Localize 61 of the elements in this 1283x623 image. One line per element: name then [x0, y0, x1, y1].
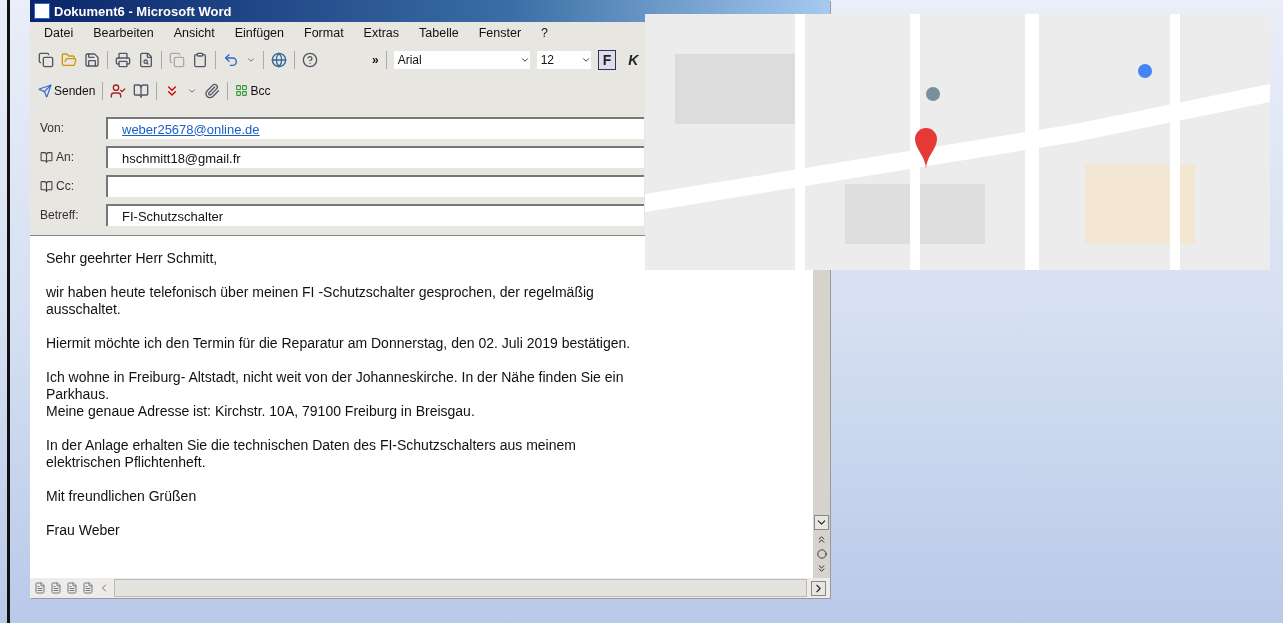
save-icon[interactable] [84, 51, 100, 68]
field-label: Cc: [56, 179, 74, 193]
horizontal-scrollbar[interactable] [114, 579, 807, 597]
text-line: Ich wohne in Freiburg- Altstadt, nicht weit von der Johanneskirche. In der Nähe finden Sie ein [46, 369, 625, 386]
menu-item[interactable]: ? [541, 26, 548, 40]
scroll-down-button[interactable] [814, 515, 829, 530]
print-icon[interactable] [115, 51, 131, 68]
field-label: An: [56, 150, 74, 164]
text-line: Frau Weber [46, 522, 121, 539]
menu-item[interactable]: Format [304, 26, 344, 40]
field-label: Betreff: [40, 208, 79, 222]
send-button[interactable]: Senden [38, 83, 96, 98]
vertical-scrollbar[interactable] [813, 270, 830, 578]
grid-icon [235, 84, 249, 97]
input-field[interactable]: weber25678@online.de [106, 117, 644, 139]
help-icon[interactable] [302, 51, 318, 68]
menu-item[interactable]: Einfügen [234, 26, 284, 40]
text-line: Parkhaus. [46, 386, 111, 403]
attachment-icon[interactable] [204, 82, 221, 99]
globe-icon[interactable] [271, 51, 287, 68]
input-field[interactable]: FI-Schutzschalter [106, 204, 644, 226]
address-book-icon [40, 150, 53, 164]
browse-object-icon[interactable] [816, 549, 827, 559]
print-preview-icon[interactable] [138, 51, 154, 68]
bcc-button[interactable]: Bcc [235, 83, 271, 98]
text-line: Hiermit möchte ich den Termin für die Reparatur am Donnerstag, den 02. Juli 2019 bestätigen. [46, 335, 632, 352]
outline-view-icon[interactable] [82, 582, 94, 594]
text-line: Mit freundlichen Grüßen [46, 488, 198, 505]
more-buttons[interactable]: » [372, 52, 379, 67]
next-page-icon[interactable] [816, 563, 827, 574]
menu-item[interactable]: Ansicht [173, 26, 215, 40]
menu-item[interactable]: Tabelle [419, 26, 459, 40]
window-title: Dokument6 - Microsoft Word [54, 3, 232, 19]
text-line: elektrischen Pflichtenheft. [46, 454, 207, 471]
bold-button[interactable]: F [597, 49, 617, 70]
menu-item[interactable]: Datei [44, 26, 74, 40]
menu-item[interactable]: Fenster [478, 26, 522, 40]
menu-item[interactable]: Bearbeiten [93, 26, 154, 40]
text-line: ausschaltet. [46, 301, 122, 318]
text-line: Sehr geehrter Herr Schmitt, [46, 250, 219, 267]
paste-icon[interactable] [192, 51, 208, 68]
font-dropdown[interactable]: Arial [393, 50, 530, 69]
scroll-right-button[interactable] [811, 580, 826, 596]
previous-page-icon[interactable] [816, 534, 827, 545]
text-line: wir haben heute telefonisch über meinen FI -Schutzschalter gesprochen, der regelmäßig [46, 284, 595, 301]
font-size-dropdown[interactable]: 12 [536, 50, 591, 69]
address-book-icon [40, 179, 53, 193]
field-label: Von: [40, 121, 65, 135]
send-icon [38, 83, 52, 98]
text-line: Meine genaue Adresse ist: Kirchstr. 10A, 79100 Freiburg in Breisgau. [46, 403, 476, 420]
address-book-icon[interactable] [133, 82, 150, 99]
undo-icon[interactable] [223, 51, 239, 68]
web-view-icon[interactable] [50, 582, 62, 594]
input-field[interactable] [106, 175, 644, 197]
italic-button[interactable]: K [623, 49, 644, 70]
text-line: In der Anlage erhalten Sie die technischen Daten des FI-Schutzschalters aus meinem [46, 437, 577, 454]
print-view-icon[interactable] [66, 582, 78, 594]
menu-item[interactable]: Extras [363, 26, 400, 40]
normal-view-icon[interactable] [34, 582, 46, 594]
check-names-icon[interactable] [110, 82, 127, 99]
input-field[interactable]: hschmitt18@gmail.fr [106, 146, 644, 168]
